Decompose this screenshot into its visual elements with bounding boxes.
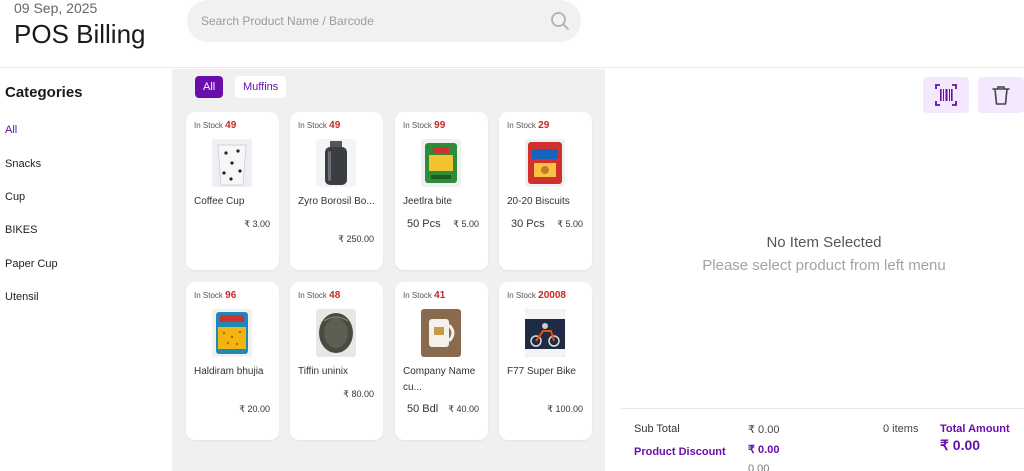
total-amount-value: ₹ 0.00	[940, 437, 981, 453]
summary-divider	[621, 408, 1024, 409]
category-bikes[interactable]: BIKES	[5, 224, 37, 236]
total-amount-label: Total Amount	[940, 423, 1010, 435]
product-card[interactable]: In Stock 29 20-20 Biscuits 30 Pcs ₹ 5.00	[499, 112, 592, 270]
product-unit: 30 Pcs	[511, 218, 545, 230]
clear-cart-button[interactable]	[978, 77, 1024, 113]
barcode-icon	[935, 84, 957, 106]
product-discount-label: Product Discount	[634, 446, 726, 458]
stock-label: In Stock 41	[403, 290, 446, 301]
product-name: Jeetlra bite	[403, 196, 452, 207]
product-price: ₹ 100.00	[547, 404, 583, 414]
product-price: ₹ 20.00	[239, 404, 270, 414]
product-unit: 50 Pcs	[407, 218, 441, 230]
stock-count: 48	[329, 290, 341, 301]
product-card[interactable]: In Stock 96 Haldiram bhujia ₹ 20.00	[186, 282, 279, 440]
categories-title: Categories	[5, 84, 83, 101]
product-name: 20-20 Biscuits	[507, 196, 570, 207]
categories-sidebar: Categories All Snacks Cup BIKES Paper Cu…	[0, 69, 172, 471]
extra-value: 0.00	[748, 463, 770, 471]
stock-label: In Stock 96	[194, 290, 237, 301]
product-card[interactable]: In Stock 41 Company Name cu... 50 Bdl ₹ …	[395, 282, 488, 440]
stock-count: 96	[225, 290, 237, 301]
stock-label: In Stock 99	[403, 120, 446, 131]
stock-label: In Stock 49	[194, 120, 237, 131]
filter-chip-all[interactable]: All	[195, 76, 224, 98]
items-count: 0 items	[883, 423, 919, 435]
product-card[interactable]: In Stock 49 Coffee Cup ₹ 3.00	[186, 112, 279, 270]
bike-image	[525, 309, 565, 357]
snack-pack-image	[421, 139, 461, 187]
product-name: Coffee Cup	[194, 196, 245, 207]
category-snacks[interactable]: Snacks	[5, 158, 41, 170]
stock-count: 20008	[538, 290, 566, 301]
coffee-cup-image	[212, 139, 252, 187]
stock-count: 49	[329, 120, 341, 131]
product-card[interactable]: In Stock 99 Jeetlra bite 50 Pcs ₹ 5.00	[395, 112, 488, 270]
category-cup[interactable]: Cup	[5, 191, 25, 203]
date-label: 09 Sep, 2025	[14, 0, 98, 16]
header: 09 Sep, 2025 POS Billing	[0, 0, 1024, 68]
mug-image	[421, 309, 461, 357]
product-grid-area: All Muffins In Stock 49 Coffee Cup ₹ 3.0…	[172, 69, 605, 471]
product-price: ₹ 5.00	[453, 219, 479, 229]
filter-chip-muffins[interactable]: Muffins	[235, 76, 287, 98]
product-name: Tiffin uninix	[298, 366, 349, 377]
product-name: Zyro Borosil Bo...	[298, 196, 375, 207]
sub-total-value: ₹ 0.00	[748, 424, 780, 436]
barcode-scan-button[interactable]	[923, 77, 969, 113]
product-name: F77 Super Bike	[507, 366, 576, 377]
stock-count: 41	[434, 290, 446, 301]
product-price: ₹ 40.00	[448, 404, 479, 414]
trash-icon	[992, 86, 1010, 105]
category-all[interactable]: All	[5, 124, 17, 136]
product-discount-value: ₹ 0.00	[748, 444, 780, 456]
biscuit-pack-image	[525, 139, 565, 187]
product-price: ₹ 80.00	[343, 389, 374, 399]
empty-cart-title: No Item Selected	[766, 234, 882, 251]
product-price: ₹ 3.00	[244, 219, 270, 229]
stock-count: 99	[434, 120, 446, 131]
cart-panel: No Item Selected Please select product f…	[605, 69, 1024, 471]
bhujia-pack-image	[212, 309, 252, 357]
category-utensil[interactable]: Utensil	[5, 291, 39, 303]
product-unit: 50 Bdl	[407, 403, 439, 415]
product-name: Haldiram bhujia	[194, 366, 264, 377]
stock-label: In Stock 48	[298, 290, 341, 301]
stock-count: 29	[538, 120, 550, 131]
stock-label: In Stock 49	[298, 120, 341, 131]
product-card[interactable]: In Stock 48 Tiffin uninix ₹ 80.00	[290, 282, 383, 440]
search-input[interactable]	[201, 10, 531, 32]
tiffin-image	[316, 309, 356, 357]
product-name: Company Name cu...	[403, 366, 476, 393]
category-paper-cup[interactable]: Paper Cup	[5, 258, 58, 270]
search-bar[interactable]	[187, 0, 581, 42]
product-price: ₹ 250.00	[338, 234, 374, 244]
page-title: POS Billing	[14, 19, 146, 49]
product-card[interactable]: In Stock 49 Zyro Borosil Bo... ₹ 250.00	[290, 112, 383, 270]
bottle-image	[316, 139, 356, 187]
product-card[interactable]: In Stock 20008 F77 Super Bike ₹ 100.00	[499, 282, 592, 440]
stock-count: 49	[225, 120, 237, 131]
stock-label: In Stock 20008	[507, 290, 566, 301]
product-price: ₹ 5.00	[557, 219, 583, 229]
sub-total-label: Sub Total	[634, 423, 680, 435]
search-icon[interactable]	[549, 10, 571, 32]
empty-cart-subtitle: Please select product from left menu	[702, 257, 946, 274]
stock-label: In Stock 29	[507, 120, 550, 131]
